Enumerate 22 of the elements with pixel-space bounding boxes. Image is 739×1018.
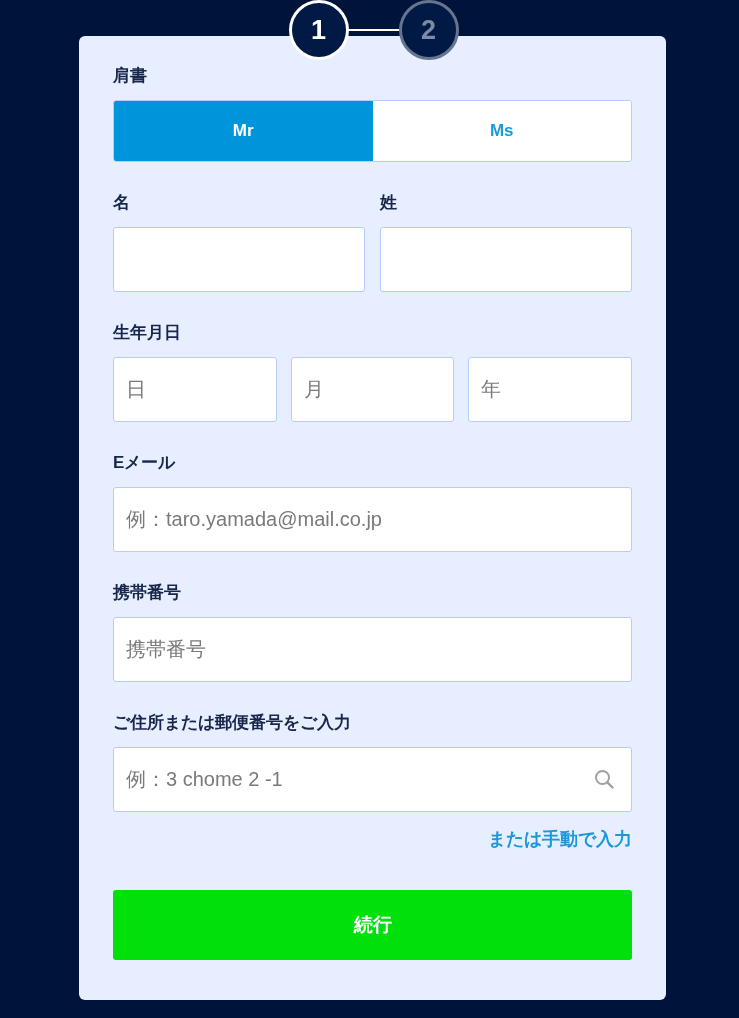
- phone-input-field[interactable]: 携帯番号: [113, 617, 632, 682]
- continue-button[interactable]: 続行: [113, 890, 632, 960]
- field-label: 肩書: [113, 66, 147, 86]
- field-label: 生年月日: [113, 323, 181, 343]
- field-label: 携帯番号: [113, 583, 181, 603]
- manual-entry-link[interactable]: または手動で入力: [488, 828, 632, 850]
- field-label: 名: [113, 193, 130, 213]
- input-field[interactable]: [380, 227, 632, 292]
- step-indicator: 1: [288, 0, 349, 60]
- address-search-field[interactable]: 例：3 chome 2 -1: [113, 747, 632, 812]
- field-label: Eメール: [113, 453, 176, 473]
- field-label: ご住所または郵便番号をご入力: [113, 713, 351, 733]
- title-option[interactable]: Mr: [114, 101, 373, 161]
- date-input-field[interactable]: 月: [290, 357, 455, 422]
- date-input-field[interactable]: 日: [113, 357, 277, 422]
- step-indicator: 2: [398, 0, 459, 60]
- input-field[interactable]: [113, 227, 365, 292]
- email-input-field[interactable]: 例：taro.yamada@mail.co.jp: [113, 487, 632, 552]
- step-connector-line: [347, 29, 400, 31]
- search-icon: [594, 769, 614, 789]
- date-input-field[interactable]: 年: [468, 357, 632, 422]
- field-label: 姓: [380, 193, 397, 213]
